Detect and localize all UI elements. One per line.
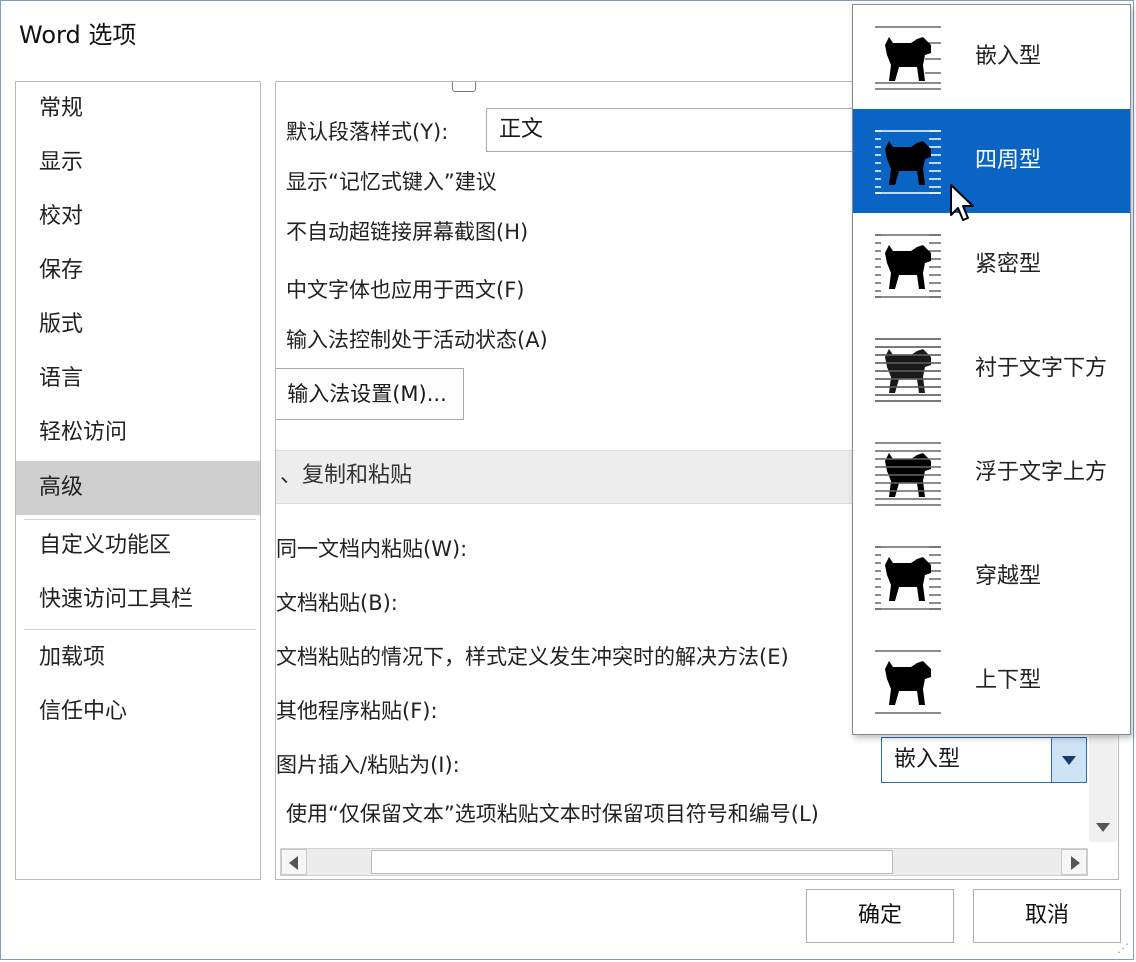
top-bottom-wrap-icon	[875, 650, 941, 714]
in-front-of-text-icon	[875, 442, 941, 506]
nav-item-save[interactable]: 保存	[16, 244, 260, 298]
wrap-option-label: 嵌入型	[975, 44, 1042, 69]
show-autocomplete-label: 显示“记忆式键入”建议	[286, 170, 497, 194]
picture-insert-label: 图片插入/粘贴为(I):	[276, 753, 460, 777]
vertical-scrollbar[interactable]	[1089, 732, 1117, 842]
picture-insert-select[interactable]: 嵌入型	[881, 737, 1087, 783]
checkbox-partial[interactable]	[452, 82, 476, 92]
wrap-option-label: 穿越型	[975, 564, 1042, 589]
chinese-font-western-label: 中文字体也应用于西文(F)	[286, 278, 525, 302]
ime-control-label: 输入法控制处于活动状态(A)	[286, 328, 548, 352]
nav-divider	[24, 629, 256, 630]
ok-button[interactable]: 确定	[806, 889, 954, 943]
through-wrap-icon	[875, 546, 941, 610]
keep-bullets-label: 使用“仅保留文本”选项粘贴文本时保留项目符号和编号(L)	[286, 802, 819, 826]
nav-item-accessibility[interactable]: 轻松访问	[16, 406, 260, 460]
wrap-option-through[interactable]: 穿越型	[853, 525, 1130, 629]
dialog-title: Word 选项	[19, 21, 137, 49]
nav-item-language[interactable]: 语言	[16, 352, 260, 406]
wrap-style-dropdown: 嵌入型 四周型 紧密型 衬于文字下方 浮于文字上方 穿越型 上下型	[852, 4, 1131, 735]
nav-item-display[interactable]: 显示	[16, 136, 260, 190]
no-autolink-screenshot-label: 不自动超链接屏幕截图(H)	[286, 220, 529, 244]
resize-grip-icon[interactable]: ⋰	[1117, 941, 1129, 955]
wrap-option-square[interactable]: 四周型	[853, 109, 1130, 213]
wrap-option-top-bottom[interactable]: 上下型	[853, 629, 1130, 733]
tight-wrap-icon	[875, 234, 941, 298]
nav-item-customize-ribbon[interactable]: 自定义功能区	[16, 519, 260, 573]
paste-between-docs-label: 文档粘贴(B):	[276, 591, 398, 615]
wrap-option-in-front-of-text[interactable]: 浮于文字上方	[853, 421, 1130, 525]
square-wrap-icon	[875, 130, 941, 194]
paste-conflict-label: 文档粘贴的情况下，样式定义发生冲突时的解决方法(E)	[276, 645, 789, 669]
nav-item-quick-access-toolbar[interactable]: 快速访问工具栏	[16, 573, 260, 627]
scroll-down-icon[interactable]	[1096, 823, 1110, 832]
default-style-label: 默认段落样式(Y):	[286, 120, 449, 144]
paste-within-doc-label: 同一文档内粘贴(W):	[276, 537, 468, 561]
inline-wrap-icon	[875, 26, 941, 90]
section-title: 、复制和粘贴	[280, 463, 413, 488]
options-nav: 常规 显示 校对 保存 版式 语言 轻松访问 高级 自定义功能区 快速访问工具栏…	[15, 81, 261, 880]
paste-other-programs-label: 其他程序粘贴(F):	[276, 699, 438, 723]
cancel-button[interactable]: 取消	[973, 889, 1121, 943]
nav-item-layout[interactable]: 版式	[16, 298, 260, 352]
nav-item-proofing[interactable]: 校对	[16, 190, 260, 244]
scroll-left-button[interactable]	[281, 849, 307, 875]
scroll-right-button[interactable]	[1061, 849, 1087, 875]
nav-item-add-ins[interactable]: 加载项	[16, 631, 260, 685]
wrap-option-inline[interactable]: 嵌入型	[853, 5, 1130, 109]
nav-item-advanced[interactable]: 高级	[16, 461, 260, 515]
scroll-right-icon	[1071, 856, 1080, 870]
wrap-option-tight[interactable]: 紧密型	[853, 213, 1130, 317]
horizontal-scroll-thumb[interactable]	[371, 850, 893, 874]
dropdown-arrow-button[interactable]	[1051, 738, 1086, 782]
wrap-option-label: 衬于文字下方	[975, 356, 1108, 381]
behind-text-icon	[875, 338, 941, 402]
ime-settings-button[interactable]: 输入法设置(M)...	[276, 368, 464, 420]
wrap-option-label: 上下型	[975, 668, 1042, 693]
mouse-cursor-icon	[950, 184, 974, 221]
wrap-option-label: 浮于文字上方	[975, 460, 1108, 485]
scroll-left-icon	[289, 856, 298, 870]
picture-insert-value: 嵌入型	[894, 747, 961, 772]
nav-item-general[interactable]: 常规	[16, 82, 260, 136]
nav-item-trust-center[interactable]: 信任中心	[16, 685, 260, 739]
default-style-select[interactable]: 正文	[486, 108, 906, 152]
wrap-option-label: 四周型	[975, 148, 1042, 173]
horizontal-scrollbar[interactable]	[280, 848, 1088, 876]
wrap-option-behind-text[interactable]: 衬于文字下方	[853, 317, 1130, 421]
wrap-option-label: 紧密型	[975, 252, 1042, 277]
chevron-down-icon	[1062, 756, 1076, 765]
